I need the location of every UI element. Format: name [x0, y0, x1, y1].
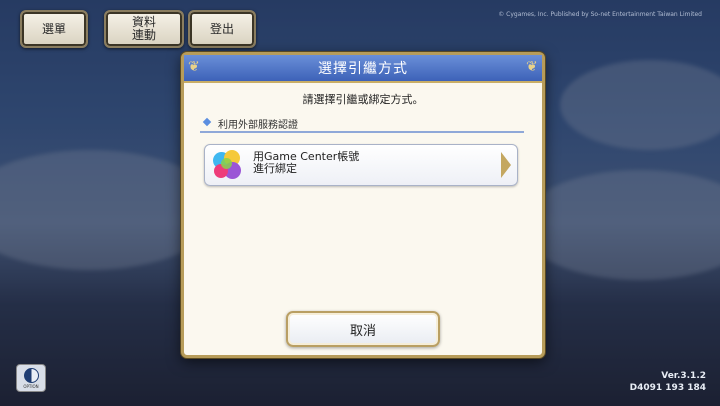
- menu-button[interactable]: 選單: [20, 10, 88, 48]
- cancel-label: 取消: [349, 323, 376, 339]
- logout-button[interactable]: 登出: [188, 10, 256, 48]
- diamond-bullet-icon: [202, 117, 212, 127]
- section-label: 利用外部服務認證: [218, 120, 298, 131]
- option-line-2: 進行綁定: [253, 162, 297, 175]
- dialog-title: 選擇引繼方式: [318, 61, 408, 77]
- transfer-method-dialog: ❦ 選擇引繼方式 ❦ 請選擇引繼或綁定方式。 利用外部服務認證 用Game Ce…: [181, 52, 545, 358]
- game-center-icon: [211, 149, 243, 181]
- build-id: D4091 193 184: [629, 383, 706, 393]
- dialog-title-bar: ❦ 選擇引繼方式 ❦: [184, 55, 542, 83]
- version-info: Ver.3.1.2 D4091 193 184: [630, 370, 706, 394]
- chevron-right-icon: [501, 152, 511, 178]
- section-header: 利用外部服務認證: [200, 117, 524, 133]
- cancel-button[interactable]: 取消: [286, 311, 440, 347]
- game-center-bind-button[interactable]: 用Game Center帳號 進行綁定: [204, 144, 518, 186]
- ornament-left-icon: ❦: [188, 59, 201, 75]
- settings-badge-icon[interactable]: OPTION: [16, 364, 46, 392]
- version-number: Ver.3.1.2: [661, 371, 706, 381]
- ornament-right-icon: ❦: [526, 59, 539, 75]
- dialog-prompt: 請選擇引繼或綁定方式。: [302, 93, 424, 106]
- data-link-button[interactable]: 資料 連動: [104, 10, 184, 48]
- copyright-text: © Cygames, Inc. Published by So-net Ente…: [498, 11, 702, 18]
